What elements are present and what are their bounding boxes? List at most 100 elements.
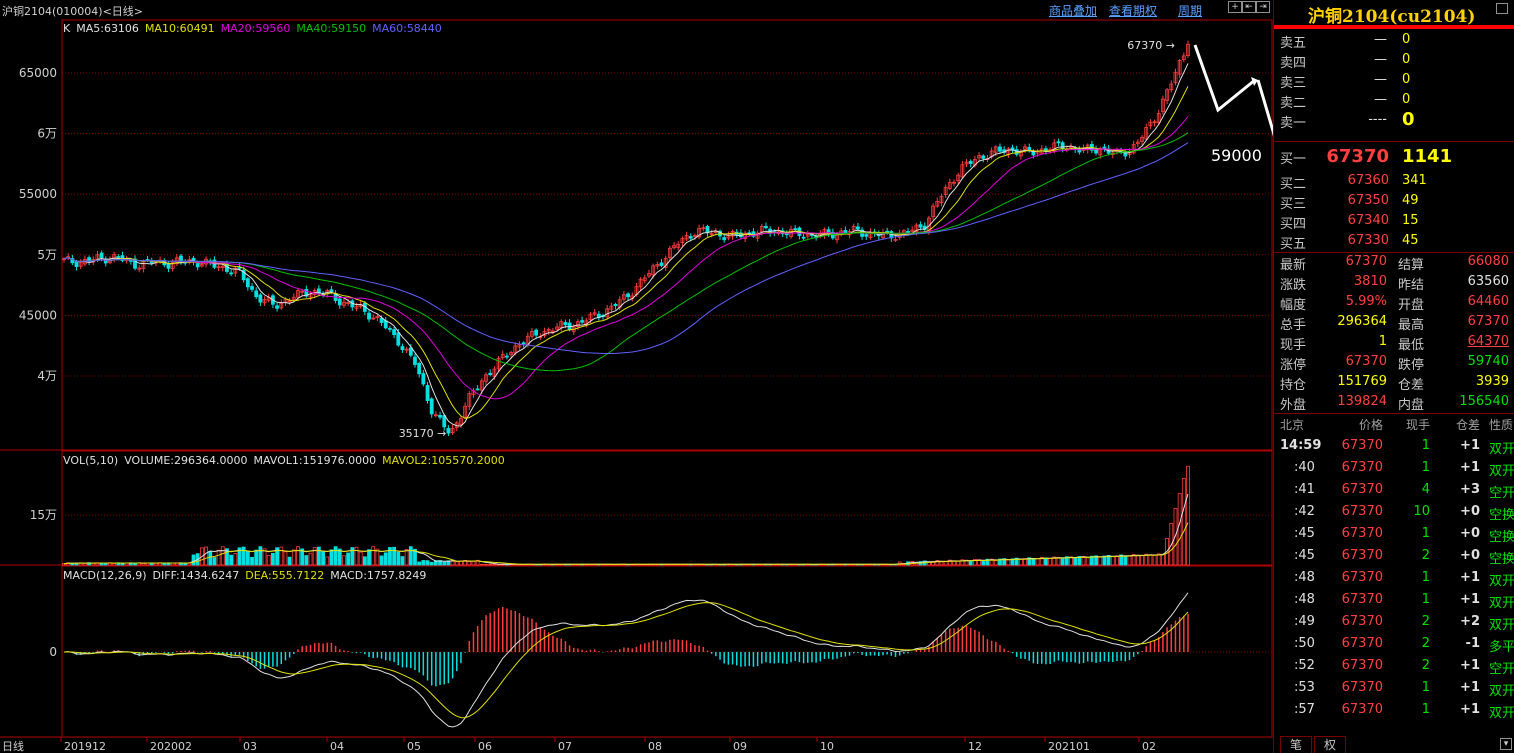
ma40-line (63, 132, 1189, 372)
tick-nature: 空换 (1488, 508, 1514, 523)
ask-volume: 0 (1402, 72, 1411, 87)
stats-row: 涨停 67370 跌停 59740 (1274, 354, 1514, 374)
panel-toggle-icon[interactable] (1496, 3, 1508, 14)
bid-row: 买四 67340 15 (1274, 213, 1514, 233)
stats-label: 开盘 (1398, 298, 1425, 313)
ask-label: 卖一 (1280, 116, 1307, 131)
tick-price: 67370 (1341, 504, 1383, 519)
candle-body (245, 278, 250, 288)
tick-row: :45 67370 1 +0 空换 (1274, 526, 1514, 546)
candle-body (337, 298, 342, 306)
macd-tick-label: 0 (49, 645, 57, 659)
tick-diff: +0 (1460, 504, 1480, 519)
tick-volume: 1 (1421, 438, 1430, 453)
tick-row: :49 67370 2 +2 双开 (1274, 614, 1514, 634)
bid-price: 67330 (1347, 233, 1389, 248)
tick-diff: +3 (1460, 482, 1480, 497)
bid-price: 67350 (1347, 193, 1389, 208)
bid-label: 买一 (1280, 152, 1307, 167)
ask-price: — (1374, 32, 1387, 47)
x-tick-label: 09 (733, 740, 747, 753)
bid-row: 买三 67350 49 (1274, 193, 1514, 213)
tick-price: 67370 (1341, 636, 1383, 651)
volume-bar (1115, 555, 1119, 566)
x-tick-label: 202002 (150, 740, 192, 753)
candle-body (688, 236, 693, 239)
dea-line (63, 602, 1189, 719)
tick-price: 67370 (1341, 482, 1383, 497)
candle-body (659, 262, 664, 266)
stats-label: 跌停 (1398, 358, 1425, 373)
candle-body (229, 272, 234, 275)
stats-value: 296364 (1337, 314, 1387, 329)
candle-body (505, 355, 509, 358)
legend-item: MACD(12,26,9) (63, 569, 147, 582)
x-tick-label: 10 (820, 740, 834, 753)
tick-diff: +1 (1460, 658, 1480, 673)
volume-tick-label: 15万 (30, 508, 57, 522)
stats-value: 66080 (1467, 254, 1509, 269)
stats-label: 持仓 (1280, 378, 1307, 393)
tick-time: :53 (1294, 680, 1315, 695)
candle-body (1014, 149, 1019, 155)
volume-bar (371, 546, 376, 566)
kline-chart-area[interactable]: 沪铜2104(010004)<日线> 商品叠加 查看期权 周期 + ⇤ ⇥ 65… (0, 0, 1273, 753)
tick-price: 67370 (1341, 658, 1383, 673)
volume-bar (1161, 553, 1165, 566)
candle-body (613, 303, 618, 307)
tick-row: 14:59 67370 1 +1 双开 (1274, 438, 1514, 458)
volume-bar (379, 555, 384, 566)
tick-price: 67370 (1341, 592, 1383, 607)
volume-bar (1098, 556, 1103, 566)
stats-value: 67370 (1345, 254, 1387, 269)
stats-label: 外盘 (1280, 398, 1307, 413)
tick-nature: 空开 (1488, 486, 1514, 501)
volume-bar (396, 551, 401, 566)
annotation-arrow (1193, 44, 1256, 113)
tick-row: :42 67370 10 +0 空换 (1274, 504, 1514, 524)
volume-bar (103, 562, 108, 566)
bid-row: 买一 67370 1141 (1274, 146, 1514, 167)
tick-nature: 空换 (1488, 552, 1514, 567)
volume-bar (404, 549, 409, 566)
volume-bar (250, 556, 254, 566)
tick-header-cell: 仓差 (1455, 418, 1480, 432)
candle-body (250, 286, 254, 290)
stats-label: 涨停 (1280, 358, 1307, 373)
bid-row: 买五 67330 45 (1274, 233, 1514, 253)
volume-bar (112, 563, 117, 566)
volume-bar (241, 546, 246, 566)
volume-bar (1135, 554, 1140, 566)
price-tick-label: 65000 (19, 66, 57, 80)
volume-bar (191, 554, 196, 566)
bid-volume: 1141 (1402, 146, 1453, 167)
volume-bar (133, 563, 137, 566)
tick-diff: +1 (1460, 702, 1480, 717)
candle-body (99, 252, 104, 258)
tick-price: 67370 (1341, 548, 1383, 563)
volume-bar (425, 560, 430, 566)
stats-label: 最低 (1398, 338, 1425, 353)
volume-bar (1102, 555, 1107, 566)
volume-bar (1110, 556, 1115, 566)
scroll-down-icon[interactable]: ▾ (1500, 738, 1512, 750)
ask-row: 卖四 — 0 (1274, 52, 1514, 72)
quote-panel: 沪铜2104(cu2104) 卖五 — 0 卖四 — 0 卖三 — 0 卖二 — 0 卖一 ---- 0 买… (1273, 0, 1514, 753)
ma10-line (63, 86, 1189, 419)
volume-bar (1073, 557, 1078, 566)
volume-bar (296, 546, 300, 566)
stats-value: 151769 (1337, 374, 1387, 389)
volume-bar (283, 551, 288, 566)
tick-volume: 1 (1421, 702, 1430, 717)
stats-value: 3939 (1475, 374, 1509, 389)
ask-volume: 0 (1402, 109, 1415, 130)
tab-rights[interactable]: 权 (1314, 736, 1346, 753)
tick-volume: 2 (1421, 548, 1430, 563)
candle-body (225, 263, 229, 272)
candle-body (275, 305, 280, 309)
ask-price: — (1374, 72, 1387, 87)
stats-label: 最新 (1280, 258, 1307, 273)
tab-trades[interactable]: 笔 (1280, 736, 1312, 753)
volume-bar (1177, 492, 1182, 566)
tick-header-cell: 价格 (1358, 418, 1383, 432)
